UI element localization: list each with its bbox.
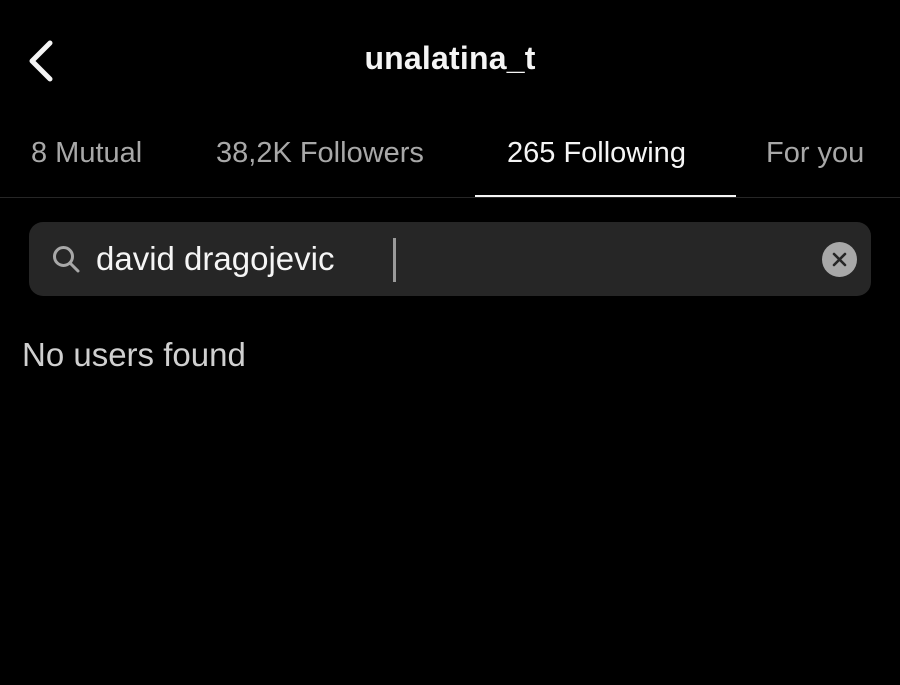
text-cursor bbox=[393, 238, 396, 282]
tabs-divider bbox=[0, 197, 900, 198]
clear-search-button[interactable] bbox=[822, 242, 857, 277]
tab-bar: 8 Mutual 38,2K Followers 265 Following F… bbox=[0, 118, 900, 198]
tab-mutual[interactable]: 8 Mutual bbox=[31, 118, 142, 198]
tab-following[interactable]: 265 Following bbox=[507, 118, 686, 198]
tab-followers[interactable]: 38,2K Followers bbox=[216, 118, 424, 198]
top-header: unalatina_t bbox=[0, 0, 900, 118]
search-input[interactable] bbox=[96, 232, 796, 286]
tab-for-you[interactable]: For you bbox=[766, 118, 864, 198]
search-bar[interactable] bbox=[29, 222, 871, 296]
clear-icon bbox=[832, 252, 847, 267]
no-results-message: No users found bbox=[22, 336, 246, 373]
search-icon bbox=[53, 246, 80, 273]
page-title: unalatina_t bbox=[364, 40, 536, 76]
